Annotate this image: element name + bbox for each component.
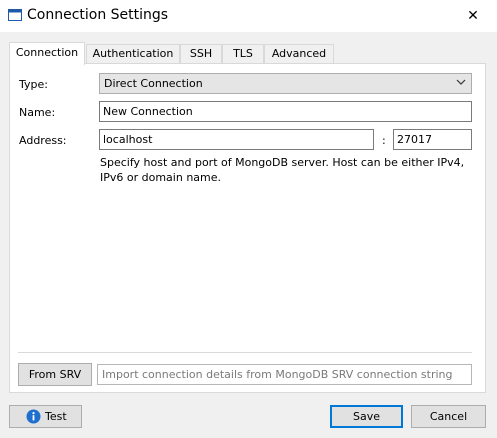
tab-ssh[interactable]: SSH — [180, 44, 222, 64]
test-button-label: Test — [45, 410, 67, 423]
type-label: Type: — [19, 78, 48, 91]
cancel-button[interactable]: Cancel — [411, 405, 486, 428]
port-separator: : — [382, 134, 386, 147]
address-label: Address: — [19, 134, 67, 147]
from-srv-button[interactable]: From SRV — [18, 363, 92, 386]
name-field[interactable]: New Connection — [99, 101, 472, 122]
window-icon — [8, 9, 22, 21]
address-help-text: Specify host and port of MongoDB server.… — [100, 156, 465, 184]
close-icon[interactable]: ✕ — [462, 5, 484, 27]
port-field[interactable]: 27017 — [393, 129, 472, 150]
host-field[interactable]: localhost — [99, 129, 374, 150]
window-title: Connection Settings — [27, 7, 169, 23]
name-label: Name: — [19, 106, 56, 119]
tab-authentication[interactable]: Authentication — [86, 44, 180, 64]
chevron-down-icon — [456, 79, 466, 85]
tab-connection[interactable]: Connection — [9, 42, 85, 65]
divider — [18, 352, 472, 353]
srv-connection-string-input[interactable]: Import connection details from MongoDB S… — [97, 364, 472, 385]
tab-advanced[interactable]: Advanced — [264, 44, 334, 64]
type-select-value: Direct Connection — [104, 77, 203, 90]
save-button[interactable]: Save — [330, 405, 403, 428]
test-button[interactable]: Test — [9, 405, 82, 428]
info-icon — [26, 409, 41, 424]
type-select[interactable]: Direct Connection — [99, 73, 472, 94]
tab-tls[interactable]: TLS — [222, 44, 264, 64]
